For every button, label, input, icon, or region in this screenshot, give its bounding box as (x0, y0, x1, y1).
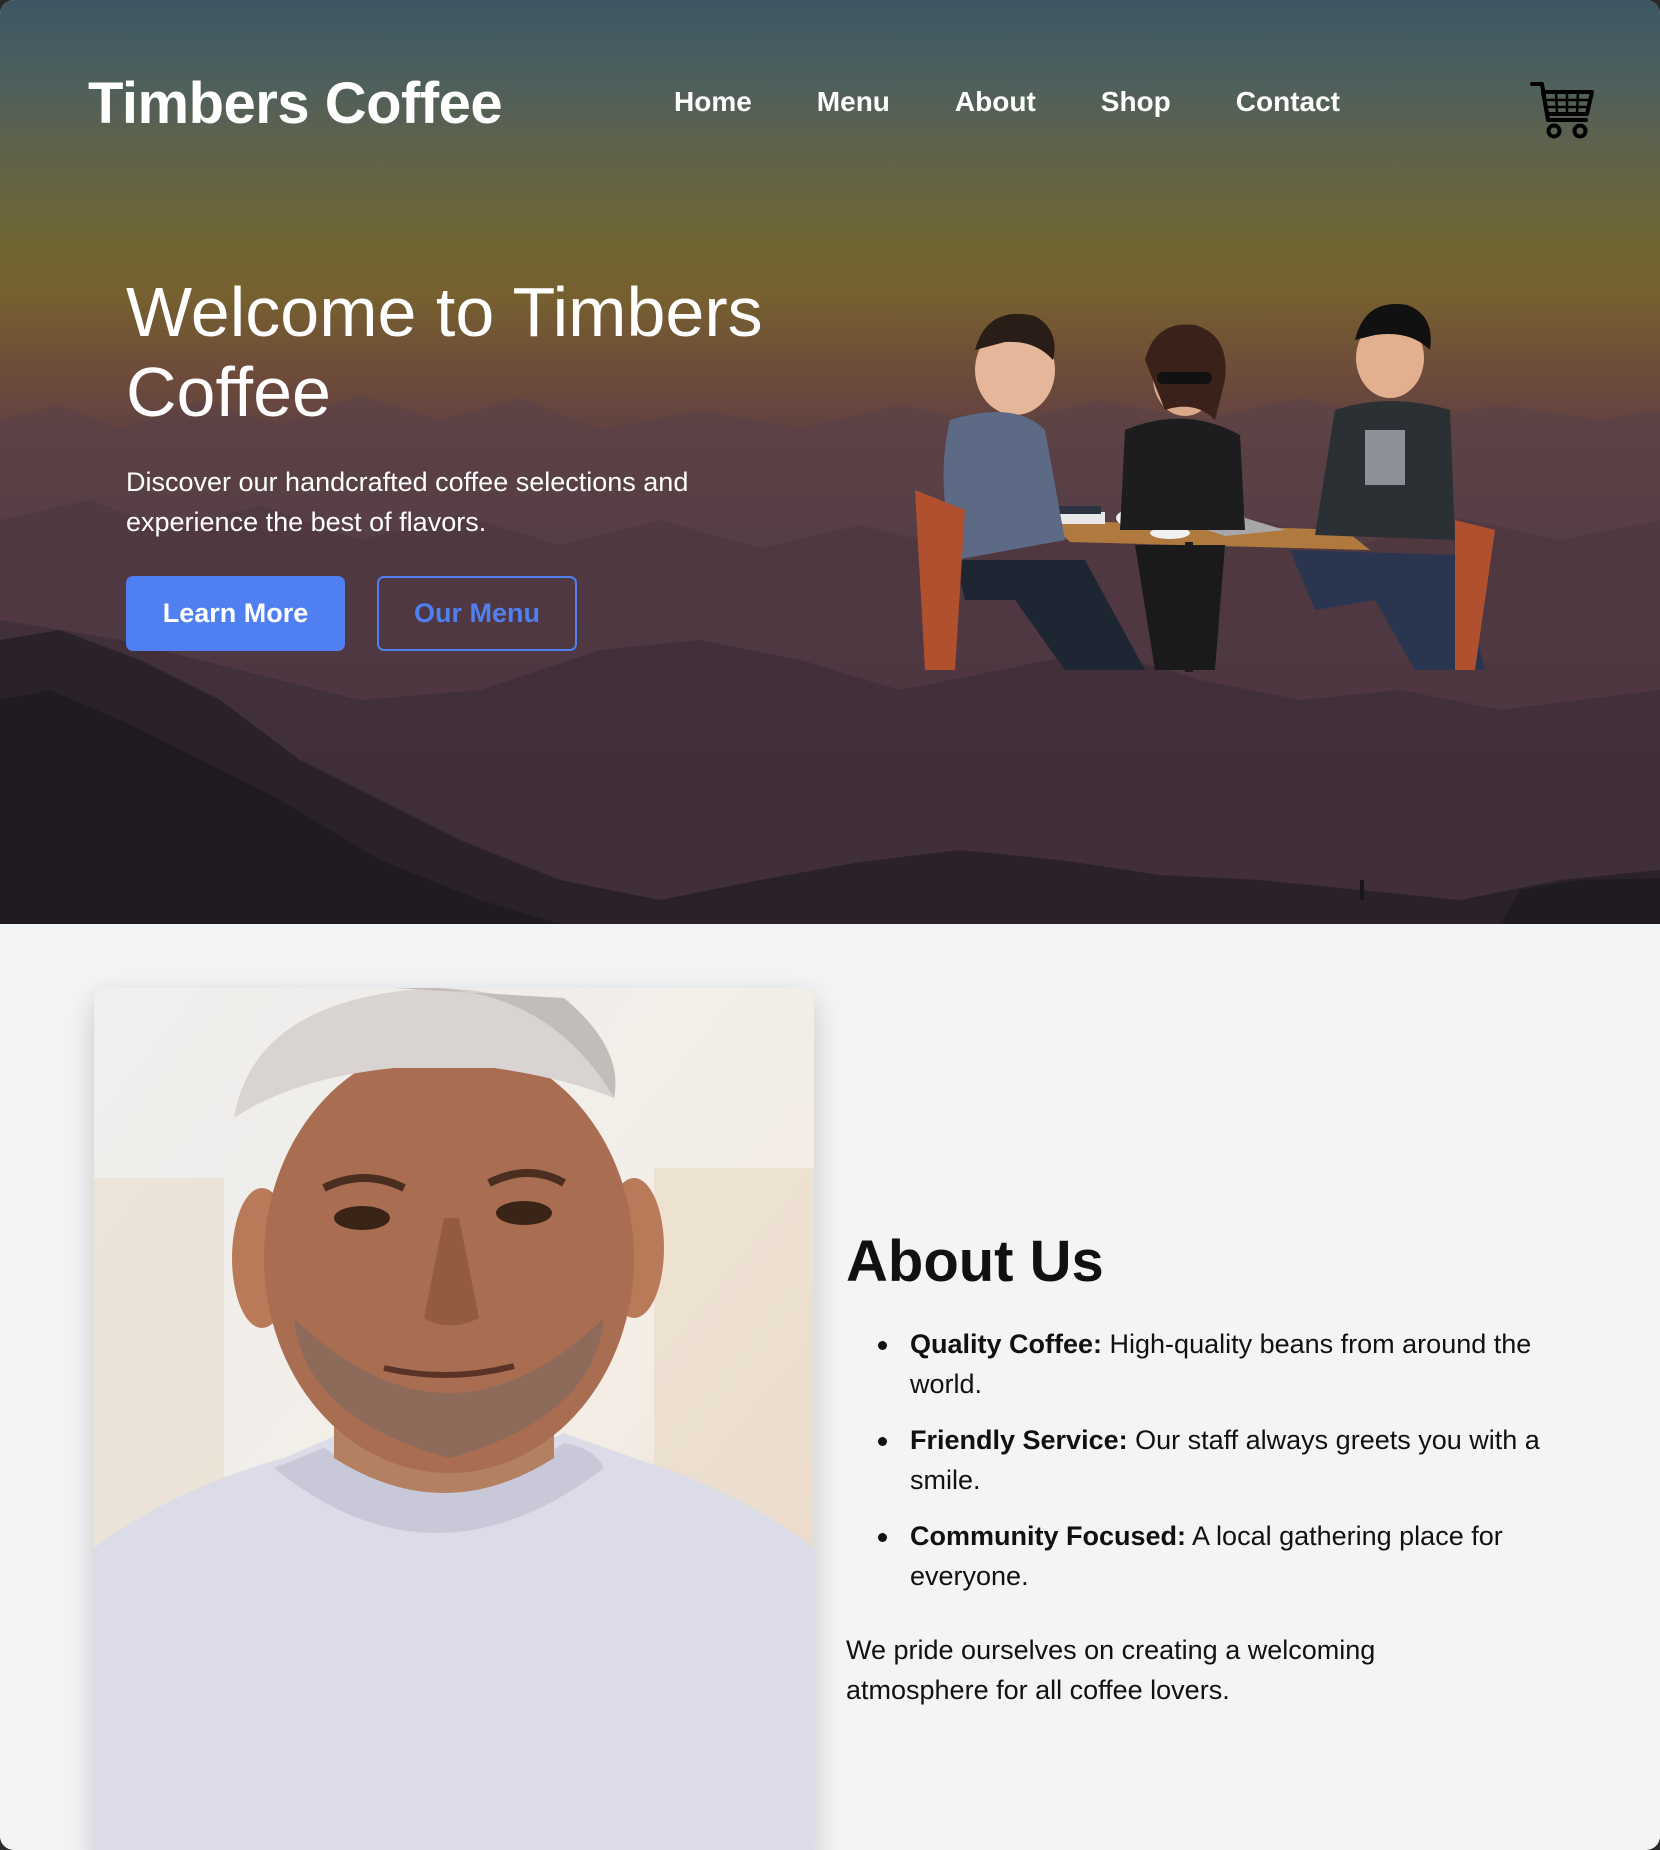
nav-home[interactable]: Home (674, 86, 752, 118)
list-item: Quality Coffee: High-quality beans from … (878, 1324, 1578, 1404)
feature-title: Community Focused: (910, 1521, 1187, 1551)
about-section: About Us Quality Coffee: High-quality be… (0, 924, 1660, 1850)
feature-title: Quality Coffee: (910, 1329, 1103, 1359)
nav-menu[interactable]: Menu (817, 86, 890, 118)
nav-contact[interactable]: Contact (1236, 86, 1340, 118)
site-logo[interactable]: Timbers Coffee (88, 70, 503, 137)
nav-shop[interactable]: Shop (1101, 86, 1171, 118)
nav-about[interactable]: About (955, 86, 1036, 118)
learn-more-button[interactable]: Learn More (126, 576, 345, 651)
about-portrait-image (94, 988, 814, 1850)
about-footer-text: We pride ourselves on creating a welcomi… (846, 1635, 1376, 1705)
hero-section: Timbers Coffee Home Menu About Shop Cont… (0, 0, 1660, 924)
main-nav: Home Menu About Shop Contact (674, 86, 1405, 118)
list-item: Community Focused: A local gathering pla… (878, 1516, 1578, 1596)
feature-title: Friendly Service: (910, 1425, 1128, 1455)
about-title: About Us (846, 1229, 1104, 1294)
browser-window: Timbers Coffee Home Menu About Shop Cont… (0, 0, 1660, 1850)
hero-title: Welcome to Timbers Coffee (126, 273, 763, 431)
list-item: Friendly Service: Our staff always greet… (878, 1420, 1578, 1500)
hero-subtitle: Discover our handcrafted coffee selectio… (126, 467, 689, 537)
shopping-cart-icon[interactable] (1530, 80, 1596, 142)
about-feature-list: Quality Coffee: High-quality beans from … (878, 1324, 1578, 1612)
our-menu-button[interactable]: Our Menu (377, 576, 577, 651)
hero-people-image (895, 280, 1535, 675)
